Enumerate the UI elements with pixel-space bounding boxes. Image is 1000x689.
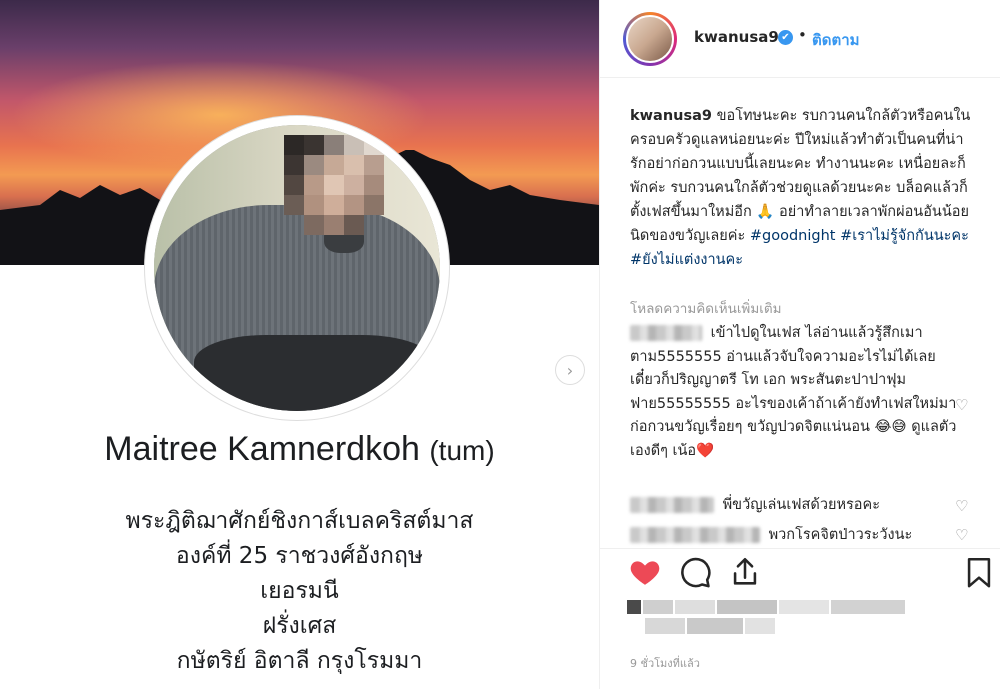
hashtag-link[interactable]: #goodnight — [750, 228, 836, 244]
commenter-name-blurred[interactable] — [630, 497, 714, 513]
comment-like-icon[interactable]: ♡ — [955, 498, 971, 514]
comment-item: พี่ขวัญเล่นเฟสด้วยหรอคะ — [630, 494, 960, 518]
comment-text: พี่ขวัญเล่นเฟสด้วยหรอคะ — [722, 497, 880, 513]
comment-item: เข้าไปดูในเฟส ไล่อ่านแล้วรู้สึกเมาตาม555… — [630, 322, 960, 463]
description-line: พระฎิติฌาศักย์ชิงกาส์เบลคริสต์มาส — [125, 508, 474, 534]
chevron-right-icon: › — [566, 360, 574, 380]
post-caption: kwanusa9 ขอโทษนะคะ รบกวนคนใกล้ตัวหรือคนใ… — [630, 104, 975, 272]
post-image[interactable]: Maitree Kamnerdkoh (tum) พระฎิติฌาศักย์ช… — [0, 0, 599, 689]
comment-item: พวกโรคจิตป่าวระวังนะ — [630, 524, 960, 548]
hashtag-link[interactable]: #เราไม่รู้จักกันนะคะ — [840, 228, 969, 244]
description-line: กษัตริย์ อิตาลี กรุงโรมมา — [176, 648, 423, 674]
post-sidebar: kwanusa9 ✔ • ติดตาม kwanusa9 ขอโทษนะคะ ร… — [599, 0, 1000, 689]
pixelated-face — [284, 135, 384, 235]
load-more-comments-link[interactable]: โหลดความคิดเห็นเพิ่มเติม — [630, 297, 782, 319]
heart-filled-icon[interactable] — [628, 555, 662, 589]
caption-username[interactable]: kwanusa9 — [630, 108, 712, 124]
description-line: ฝรั่งเศส — [262, 613, 337, 639]
comment-like-icon[interactable]: ♡ — [955, 397, 971, 413]
liked-by-blurred — [627, 600, 905, 634]
follow-button[interactable]: ติดตาม — [812, 28, 860, 52]
description-line: เยอรมนี — [260, 578, 339, 604]
separator-dot: • — [798, 26, 807, 44]
post-timestamp[interactable]: 9 ชั่วโมงที่แล้ว — [630, 654, 700, 672]
profile-nickname: (tum) — [429, 435, 495, 466]
verified-badge-icon: ✔ — [778, 30, 793, 45]
post-header: kwanusa9 ✔ • ติดตาม — [600, 0, 1000, 78]
username-link[interactable]: kwanusa9 — [694, 28, 779, 46]
comment-like-icon[interactable]: ♡ — [955, 527, 971, 543]
comment-bubble-icon[interactable] — [678, 555, 712, 589]
profile-description: พระฎิติฌาศักย์ชิงกาส์เบลคริสต์มาส องค์ที… — [0, 504, 599, 679]
description-line: องค์ที่ 25 ราชวงศ์อังกฤษ — [175, 543, 424, 569]
share-upload-icon[interactable] — [728, 555, 762, 589]
commenter-name-blurred[interactable] — [630, 325, 702, 341]
comment-text: เข้าไปดูในเฟส ไล่อ่านแล้วรู้สึกเมาตาม555… — [630, 325, 957, 459]
action-bar — [600, 548, 1000, 596]
commenter-name-blurred[interactable] — [630, 527, 760, 543]
comment-text: พวกโรคจิตป่าวระวังนะ — [768, 527, 913, 543]
bookmark-icon[interactable] — [962, 555, 996, 589]
profile-photo — [154, 125, 440, 411]
hashtag-link[interactable]: #ยังไม่แต่งงานคะ — [630, 252, 743, 268]
profile-name: Maitree Kamnerdkoh (tum) — [0, 430, 599, 469]
next-image-button[interactable]: › — [555, 355, 585, 385]
user-avatar[interactable] — [623, 12, 677, 66]
profile-name-text: Maitree Kamnerdkoh — [104, 430, 420, 468]
caption-text: ขอโทษนะคะ รบกวนคนใกล้ตัวหรือคนในครอบครัว… — [630, 108, 971, 244]
